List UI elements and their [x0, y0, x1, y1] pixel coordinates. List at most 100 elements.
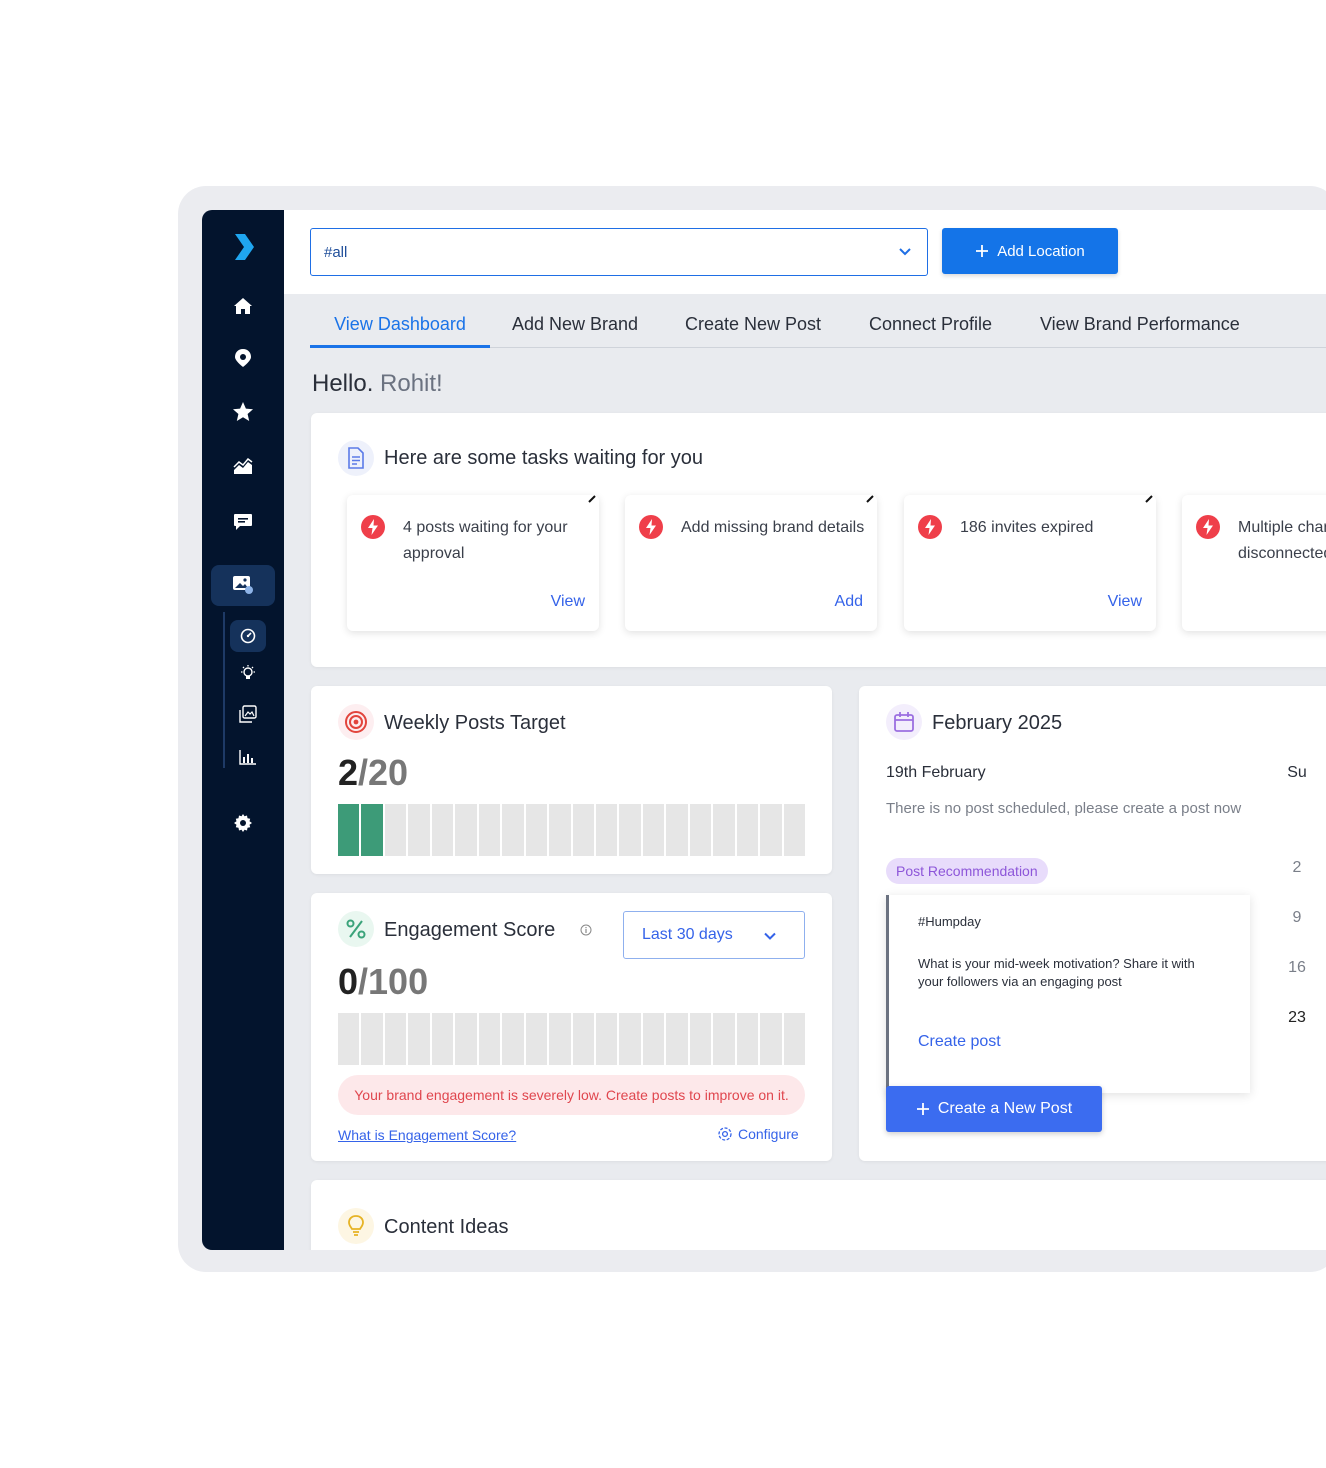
progress-segment: [689, 1013, 712, 1065]
progress-segment: [666, 804, 688, 856]
what-is-engagement-link[interactable]: What is Engagement Score?: [338, 1127, 516, 1143]
calendar-day[interactable]: 9: [1277, 909, 1317, 927]
task-card[interactable]: 4 posts waiting for your approval View: [347, 495, 599, 631]
calendar-day[interactable]: 16: [1277, 959, 1317, 977]
app-screen: #all Add Location View Dashboard Add New…: [202, 210, 1326, 1250]
task-action-view[interactable]: View: [551, 593, 585, 611]
progress-segment: [502, 804, 524, 856]
progress-segment: [431, 1013, 454, 1065]
period-dropdown-value: Last 30 days: [642, 926, 733, 943]
weekly-target-card: Weekly Posts Target 2/20: [311, 686, 832, 874]
engagement-max: /100: [358, 961, 429, 1002]
post-recommendation-badge: Post Recommendation: [886, 858, 1048, 884]
progress-segment: [478, 804, 501, 856]
calendar-icon: [886, 704, 922, 740]
alert-bolt-icon: [639, 515, 663, 539]
progress-segment: [736, 1013, 759, 1065]
task-text: 4 posts waiting for your approval: [403, 519, 568, 562]
calendar-day[interactable]: 2: [1277, 859, 1317, 877]
period-dropdown[interactable]: Last 30 days: [623, 911, 805, 959]
progress-segment: [689, 804, 712, 856]
progress-segment: [502, 1013, 524, 1065]
chevron-down-icon: [764, 932, 776, 940]
progress-segment: [431, 804, 454, 856]
settings-gear-icon[interactable]: [202, 809, 284, 837]
tab-view-brand-performance[interactable]: View Brand Performance: [1040, 306, 1240, 348]
progress-segment: [361, 804, 383, 856]
sidebar: [202, 210, 284, 1250]
task-text: 186 invites expired: [960, 519, 1094, 536]
rec-tag: #Humpday: [918, 914, 981, 929]
progress-segment: [713, 1013, 735, 1065]
alert-bolt-icon: [918, 515, 942, 539]
engagement-title: Engagement Score: [384, 919, 556, 941]
settings-gear-icon: [718, 1127, 732, 1141]
tab-connect-profile[interactable]: Connect Profile: [869, 306, 992, 348]
empty-schedule-message: There is no post scheduled, please creat…: [886, 800, 1242, 817]
create-new-post-button[interactable]: Create a New Post: [886, 1086, 1102, 1132]
location-pin-icon[interactable]: [202, 344, 284, 372]
task-action-view[interactable]: View: [1108, 593, 1142, 611]
progress-segment: [384, 804, 407, 856]
gallery-icon[interactable]: [207, 700, 289, 728]
progress-segment: [338, 804, 360, 856]
location-select[interactable]: #all: [310, 228, 928, 276]
engagement-value: 0: [338, 961, 359, 1002]
progress-segment: [713, 804, 735, 856]
plus-icon: [916, 1103, 929, 1115]
tab-add-new-brand[interactable]: Add New Brand: [512, 306, 638, 348]
content-ideas-card: Content Ideas: [311, 1180, 1326, 1250]
progress-segment: [549, 1013, 571, 1065]
progress-segment: [338, 1013, 360, 1065]
progress-segment: [619, 1013, 641, 1065]
home-icon[interactable]: [202, 292, 284, 320]
create-post-link[interactable]: Create post: [918, 1033, 1001, 1051]
calendar-card: February 2025 19th February There is no …: [859, 686, 1326, 1161]
tab-bar: View Dashboard Add New Brand Create New …: [310, 306, 1326, 348]
task-text: Add missing brand details: [681, 519, 865, 536]
plus-icon: [976, 245, 989, 257]
task-card[interactable]: Multiple channels have been disconnected: [1182, 495, 1326, 631]
bar-chart-icon[interactable]: [207, 743, 289, 771]
engagement-warning: Your brand engagement is severely low. C…: [338, 1075, 805, 1115]
progress-segment: [572, 804, 594, 856]
info-icon[interactable]: [580, 924, 592, 936]
document-icon: [338, 440, 374, 476]
main-content: #all Add Location View Dashboard Add New…: [284, 210, 1326, 1250]
progress-segment: [642, 804, 665, 856]
tab-view-dashboard[interactable]: View Dashboard: [310, 306, 490, 348]
configure-link[interactable]: Configure: [717, 1126, 799, 1142]
progress-segment: [455, 804, 477, 856]
rec-body: What is your mid-week motivation? Share …: [918, 956, 1195, 989]
bulb-icon[interactable]: [207, 659, 289, 687]
location-select-value: #all: [324, 243, 348, 261]
progress-segment: [525, 1013, 548, 1065]
task-card[interactable]: 186 invites expired View: [904, 495, 1156, 631]
greeting: Hello. Rohit!: [312, 370, 443, 398]
analytics-icon[interactable]: [202, 453, 284, 481]
weekly-score: 2/20: [338, 752, 408, 794]
image-icon[interactable]: [202, 571, 284, 599]
task-action-add[interactable]: Add: [835, 593, 863, 611]
calendar-day[interactable]: 23: [1277, 1009, 1317, 1027]
tab-create-new-post[interactable]: Create New Post: [685, 306, 821, 348]
task-card[interactable]: Add missing brand details Add: [625, 495, 877, 631]
star-icon[interactable]: [202, 398, 284, 426]
progress-segment: [408, 1013, 430, 1065]
greeting-name: Rohit!: [380, 370, 443, 397]
progress-segment: [478, 1013, 501, 1065]
add-location-button[interactable]: Add Location: [942, 228, 1118, 274]
progress-segment: [595, 1013, 618, 1065]
logo-icon[interactable]: [232, 232, 256, 262]
progress-segment: [760, 1013, 782, 1065]
greeting-hello: Hello.: [312, 370, 374, 397]
progress-segment: [595, 804, 618, 856]
progress-segment: [525, 804, 548, 856]
dashboard-gauge-icon[interactable]: [207, 622, 289, 650]
progress-segment: [642, 1013, 665, 1065]
engagement-card: Engagement Score Last 30 days 0/100 Your…: [311, 893, 832, 1161]
weekly-progress-bar: [338, 804, 806, 856]
chat-icon[interactable]: [202, 508, 284, 536]
progress-segment: [619, 804, 641, 856]
alert-bolt-icon: [1196, 515, 1220, 539]
